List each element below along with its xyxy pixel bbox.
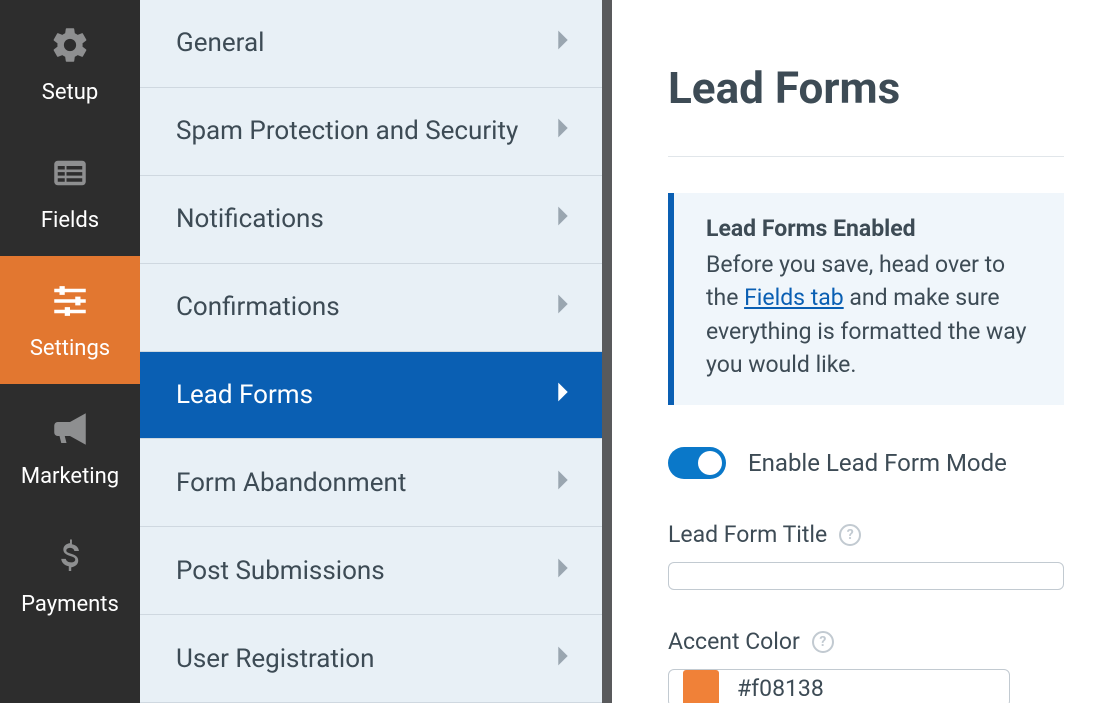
dollar-icon — [49, 536, 91, 582]
gear-icon — [49, 24, 91, 70]
settings-sidebar: General Spam Protection and Security Not… — [140, 0, 602, 703]
settings-item-spam[interactable]: Spam Protection and Security — [140, 88, 602, 176]
sidebar-item-setup[interactable]: Setup — [0, 0, 140, 128]
divider — [668, 156, 1064, 157]
accent-color-input[interactable]: #f08138 — [668, 669, 1010, 703]
chevron-right-icon — [556, 556, 570, 586]
settings-item-post-submissions[interactable]: Post Submissions — [140, 527, 602, 615]
notice-body: Before you save, head over to the Fields… — [706, 248, 1036, 381]
settings-item-label: Confirmations — [176, 292, 340, 322]
page-title: Lead Forms — [668, 62, 1064, 114]
chevron-right-icon — [556, 204, 570, 234]
settings-item-lead-forms[interactable]: Lead Forms — [140, 352, 602, 440]
settings-item-user-registration[interactable]: User Registration — [140, 615, 602, 703]
accent-color-value: #f08138 — [737, 675, 824, 702]
bullhorn-icon — [49, 408, 91, 454]
sliders-icon — [49, 280, 91, 326]
color-swatch — [683, 670, 719, 703]
chevron-right-icon — [556, 468, 570, 498]
enable-lead-form-label: Enable Lead Form Mode — [748, 449, 1007, 477]
accent-color-label: Accent Color ? — [668, 628, 1064, 655]
chevron-right-icon — [556, 116, 570, 146]
settings-item-confirmations[interactable]: Confirmations — [140, 264, 602, 352]
sidebar-item-payments[interactable]: Payments — [0, 512, 140, 640]
sidebar-label: Fields — [41, 208, 99, 233]
settings-item-label: Post Submissions — [176, 556, 385, 586]
list-icon — [49, 152, 91, 198]
enable-lead-form-row: Enable Lead Form Mode — [668, 447, 1064, 479]
sidebar-item-marketing[interactable]: Marketing — [0, 384, 140, 512]
chevron-right-icon — [556, 380, 570, 410]
lead-form-title-label: Lead Form Title ? — [668, 521, 1064, 548]
chevron-right-icon — [556, 644, 570, 674]
help-icon[interactable]: ? — [839, 524, 861, 546]
settings-item-label: User Registration — [176, 644, 374, 674]
settings-item-label: Spam Protection and Security — [176, 116, 518, 146]
primary-sidebar: Setup Fields Settings Marketing Payments — [0, 0, 140, 703]
sidebar-label: Payments — [21, 592, 119, 617]
lead-form-title-input[interactable] — [668, 562, 1064, 590]
settings-item-notifications[interactable]: Notifications — [140, 176, 602, 264]
fields-tab-link[interactable]: Fields tab — [744, 284, 844, 311]
settings-item-general[interactable]: General — [140, 0, 602, 88]
sidebar-label: Setup — [42, 80, 98, 105]
enable-lead-form-toggle[interactable] — [668, 447, 726, 479]
settings-item-label: Notifications — [176, 204, 324, 234]
settings-item-label: Form Abandonment — [176, 468, 406, 498]
label-text: Lead Form Title — [668, 521, 827, 548]
label-text: Accent Color — [668, 628, 800, 655]
chevron-right-icon — [556, 292, 570, 322]
sidebar-item-settings[interactable]: Settings — [0, 256, 140, 384]
chevron-right-icon — [556, 28, 570, 58]
settings-item-label: Lead Forms — [176, 380, 313, 410]
lead-forms-enabled-notice: Lead Forms Enabled Before you save, head… — [668, 193, 1064, 405]
sidebar-label: Marketing — [21, 464, 119, 489]
main-panel: Lead Forms Lead Forms Enabled Before you… — [602, 0, 1116, 703]
settings-item-label: General — [176, 28, 264, 58]
sidebar-label: Settings — [30, 336, 110, 361]
notice-title: Lead Forms Enabled — [706, 215, 1036, 242]
settings-item-form-abandonment[interactable]: Form Abandonment — [140, 439, 602, 527]
sidebar-item-fields[interactable]: Fields — [0, 128, 140, 256]
help-icon[interactable]: ? — [812, 631, 834, 653]
